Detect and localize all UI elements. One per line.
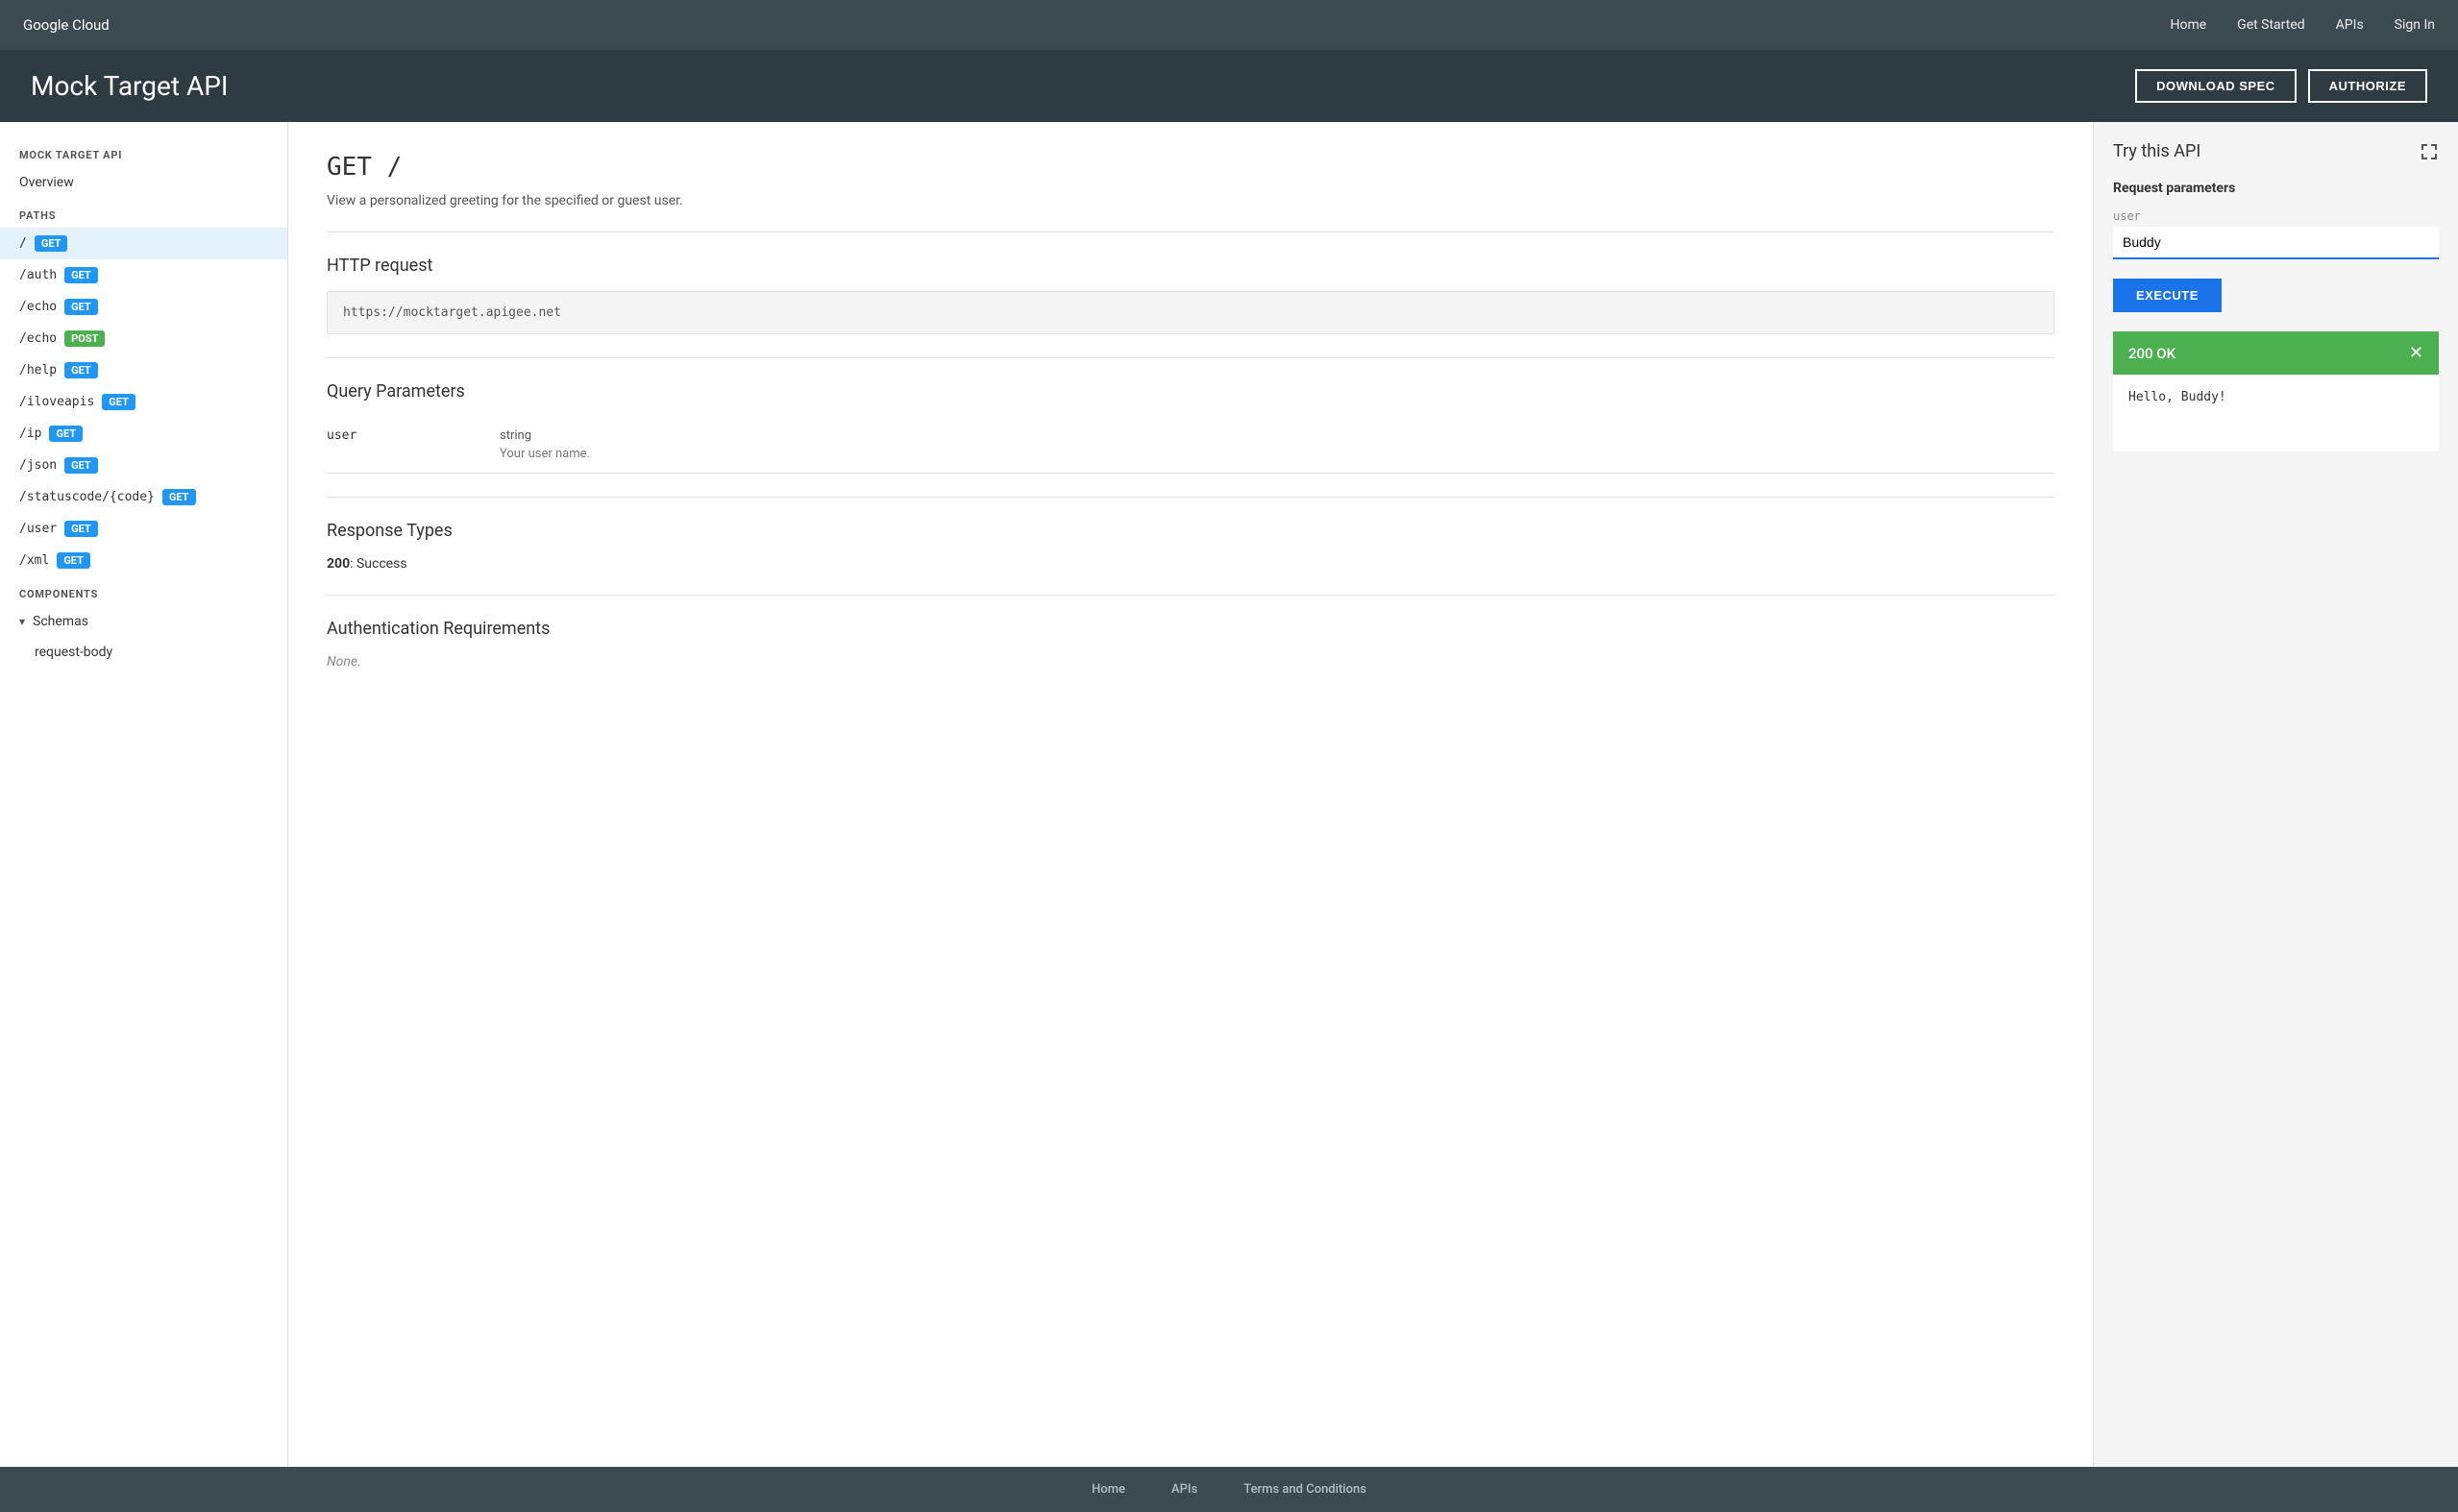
top-nav: Google Cloud Home Get Started APIs Sign … <box>0 0 2458 50</box>
try-panel: Try this API Request parameters user EXE… <box>2093 122 2458 1467</box>
response-banner: 200 OK ✕ <box>2113 331 2439 375</box>
endpoint-description: View a personalized greeting for the spe… <box>327 193 2054 208</box>
response-code-200: 200 <box>327 556 350 572</box>
path-root: / <box>19 236 27 251</box>
badge-get-auth: GET <box>64 267 98 283</box>
param-desc-user: Your user name. <box>500 447 2054 461</box>
badge-get-xml: GET <box>57 552 90 569</box>
path-user: /user <box>19 522 57 536</box>
user-field-label: user <box>2113 209 2439 223</box>
sidebar-item-user-get[interactable]: /user GET <box>0 513 287 545</box>
expand-icon[interactable] <box>2420 142 2439 161</box>
sidebar-item-overview[interactable]: Overview <box>0 167 287 198</box>
param-details-user: string Your user name. <box>500 428 2054 461</box>
badge-get-ip: GET <box>49 426 83 442</box>
param-name-user: user <box>327 428 500 443</box>
nav-sign-in[interactable]: Sign In <box>2395 17 2435 33</box>
sidebar-item-xml-get[interactable]: /xml GET <box>0 545 287 576</box>
sidebar-item-schemas[interactable]: ▾ Schemas <box>0 606 287 637</box>
sidebar-section-components: COMPONENTS <box>0 576 287 606</box>
close-icon[interactable]: ✕ <box>2409 343 2423 363</box>
badge-post-echo: POST <box>64 330 105 347</box>
sidebar-item-root-get[interactable]: / GET <box>0 228 287 259</box>
response-desc-200: Success <box>356 556 407 572</box>
sidebar-section-paths: PATHS <box>0 198 287 228</box>
sidebar-section-mock-target: MOCK TARGET API <box>0 137 287 167</box>
response-types-heading: Response Types <box>327 521 2054 541</box>
nav-apis[interactable]: APIs <box>2336 17 2364 33</box>
sidebar-item-statuscode-get[interactable]: /statuscode/{code} GET <box>0 481 287 513</box>
sidebar-item-help-get[interactable]: /help GET <box>0 354 287 386</box>
endpoint-title: GET / <box>327 153 2054 182</box>
sidebar-item-iloveapis-get[interactable]: /iloveapis GET <box>0 386 287 418</box>
user-input[interactable] <box>2113 227 2439 259</box>
try-panel-header: Try this API <box>2113 141 2439 161</box>
chevron-down-icon: ▾ <box>19 615 25 628</box>
sidebar-item-json-get[interactable]: /json GET <box>0 450 287 481</box>
badge-get-user: GET <box>64 521 98 537</box>
request-params-label: Request parameters <box>2113 181 2439 196</box>
footer-apis[interactable]: APIs <box>1171 1482 1197 1497</box>
header-buttons: DOWNLOAD SPEC AUTHORIZE <box>2135 69 2427 103</box>
badge-get-echo: GET <box>64 299 98 315</box>
params-table: user string Your user name. <box>327 417 2054 474</box>
page-title: Mock Target API <box>31 70 229 102</box>
sidebar: MOCK TARGET API Overview PATHS / GET /au… <box>0 122 288 1467</box>
path-help: /help <box>19 363 57 378</box>
authorize-button[interactable]: AUTHORIZE <box>2308 69 2427 103</box>
auth-heading: Authentication Requirements <box>327 619 2054 639</box>
sidebar-item-echo-post[interactable]: /echo POST <box>0 323 287 354</box>
download-spec-button[interactable]: DOWNLOAD SPEC <box>2135 69 2297 103</box>
badge-get-json: GET <box>64 457 98 474</box>
path-echo-get: /echo <box>19 300 57 314</box>
footer-terms[interactable]: Terms and Conditions <box>1243 1482 1366 1497</box>
sidebar-item-ip-get[interactable]: /ip GET <box>0 418 287 450</box>
path-json: /json <box>19 458 57 473</box>
sidebar-item-echo-get[interactable]: /echo GET <box>0 291 287 323</box>
schemas-label: Schemas <box>33 614 88 629</box>
response-body: Hello, Buddy! <box>2113 375 2439 451</box>
badge-get-iloveapis: GET <box>102 394 135 410</box>
query-params-heading: Query Parameters <box>327 381 2054 402</box>
page-header: Mock Target API DOWNLOAD SPEC AUTHORIZE <box>0 50 2458 122</box>
http-request-url: https://mocktarget.apigee.net <box>327 291 2054 334</box>
footer-home[interactable]: Home <box>1092 1482 1125 1497</box>
path-statuscode: /statuscode/{code} <box>19 490 155 504</box>
path-xml: /xml <box>19 553 49 568</box>
footer: Home APIs Terms and Conditions <box>0 1467 2458 1512</box>
param-row-user: user string Your user name. <box>327 417 2054 474</box>
param-type-user: string <box>500 428 2054 443</box>
response-item-200: 200: Success <box>327 556 2054 572</box>
path-iloveapis: /iloveapis <box>19 395 94 409</box>
badge-get-help: GET <box>64 362 98 378</box>
badge-get-statuscode: GET <box>162 489 196 505</box>
http-request-heading: HTTP request <box>327 256 2054 276</box>
sidebar-item-request-body[interactable]: request-body <box>0 637 287 668</box>
request-body-label: request-body <box>35 645 112 660</box>
nav-get-started[interactable]: Get Started <box>2237 17 2305 33</box>
auth-value: None. <box>327 654 2054 670</box>
path-echo-post: /echo <box>19 331 57 346</box>
brand-logo: Google Cloud <box>23 16 110 34</box>
sidebar-item-overview-label: Overview <box>19 175 74 190</box>
main-layout: MOCK TARGET API Overview PATHS / GET /au… <box>0 122 2458 1467</box>
sidebar-item-auth-get[interactable]: /auth GET <box>0 259 287 291</box>
path-ip: /ip <box>19 427 41 441</box>
execute-button[interactable]: EXECUTE <box>2113 279 2222 312</box>
content-area: GET / View a personalized greeting for t… <box>288 122 2093 1467</box>
path-auth: /auth <box>19 268 57 282</box>
nav-home[interactable]: Home <box>2170 17 2206 33</box>
top-nav-links: Home Get Started APIs Sign In <box>2170 17 2435 33</box>
try-panel-title: Try this API <box>2113 141 2200 161</box>
response-status: 200 OK <box>2128 345 2175 362</box>
badge-get-root: GET <box>35 235 68 252</box>
